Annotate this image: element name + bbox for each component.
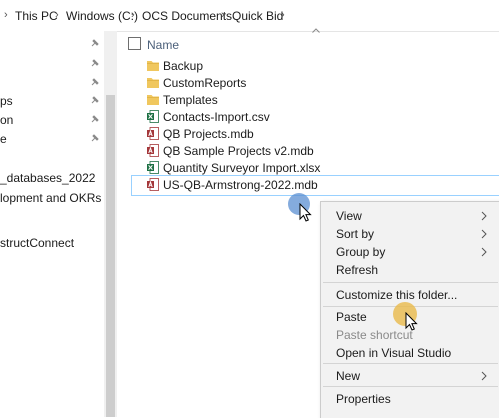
submenu-arrow-icon [481, 247, 487, 257]
breadcrumb-separator-icon: › [4, 9, 8, 21]
select-all-checkbox[interactable] [128, 37, 141, 50]
submenu-arrow-icon [481, 371, 487, 381]
file-name: QB Projects.mdb [163, 127, 254, 141]
file-name: QB Sample Projects v2.mdb [163, 144, 314, 158]
mouse-pointer-icon [299, 203, 312, 222]
folder-icon [147, 61, 159, 71]
address-bar[interactable]: › This PC › Windows (C:) › OCS Documents… [0, 0, 499, 32]
file-name: CustomReports [163, 76, 247, 90]
menu-item-customize-folder[interactable]: Customize this folder... [336, 288, 457, 302]
mouse-pointer-icon [405, 312, 418, 331]
file-name: US-QB-Armstrong-2022.mdb [163, 178, 318, 192]
access-db-icon [147, 127, 159, 140]
menu-separator [323, 282, 498, 283]
submenu-arrow-icon [481, 229, 487, 239]
pin-icon[interactable] [91, 39, 99, 47]
menu-item-view[interactable]: View [336, 209, 362, 223]
sort-ascending-icon [312, 28, 320, 33]
access-db-icon [147, 144, 159, 157]
nav-item-on[interactable]: on [0, 113, 13, 127]
breadcrumb-windows-c[interactable]: Windows (C:) [66, 9, 138, 23]
breadcrumb-dropdown-chevron-icon[interactable]: › [281, 9, 285, 21]
breadcrumb-this-pc[interactable]: This PC [15, 9, 58, 23]
breadcrumb-separator-icon: › [55, 9, 59, 21]
nav-item-databases[interactable]: _databases_2022 [0, 171, 95, 185]
menu-item-refresh[interactable]: Refresh [336, 263, 378, 277]
nav-item-e[interactable]: e [0, 132, 7, 146]
breadcrumb-ocs-documents[interactable]: OCS Documents [142, 9, 232, 23]
menu-item-paste[interactable]: Paste [336, 310, 367, 324]
pin-icon[interactable] [91, 115, 99, 123]
nav-item-structconnect[interactable]: structConnect [0, 236, 74, 250]
nav-item-development-okrs[interactable]: lopment and OKRs [0, 191, 101, 205]
file-name: Templates [163, 93, 218, 107]
folder-icon [147, 95, 159, 105]
nav-item-ps[interactable]: ps [0, 94, 13, 108]
pin-icon[interactable] [91, 134, 99, 142]
access-db-icon [147, 178, 159, 191]
menu-item-new[interactable]: New [336, 369, 360, 383]
breadcrumb-quick-bid[interactable]: Quick Bid [232, 9, 283, 23]
excel-icon [147, 161, 159, 174]
menu-separator [323, 386, 498, 387]
menu-item-open-in-visual-studio[interactable]: Open in Visual Studio [336, 346, 451, 360]
pin-icon[interactable] [91, 78, 99, 86]
column-header-name[interactable]: Name [147, 38, 179, 52]
nav-scrollbar-thumb[interactable] [106, 95, 115, 417]
submenu-arrow-icon [481, 211, 487, 221]
excel-icon [147, 110, 159, 123]
file-name: Contacts-Import.csv [163, 110, 270, 124]
menu-separator [323, 363, 498, 364]
file-name: Quantity Surveyor Import.xlsx [163, 161, 321, 175]
pin-icon[interactable] [91, 59, 99, 67]
breadcrumb-separator-icon: › [131, 9, 135, 21]
folder-icon [147, 78, 159, 88]
menu-item-group-by[interactable]: Group by [336, 245, 385, 259]
navigation-pane: ps on e _databases_2022 lopment and OKRs… [0, 31, 104, 417]
menu-item-paste-shortcut[interactable]: Paste shortcut [336, 328, 413, 342]
menu-item-properties[interactable]: Properties [336, 392, 391, 406]
pin-icon[interactable] [91, 96, 99, 104]
file-name: Backup [163, 59, 204, 73]
menu-item-sort-by[interactable]: Sort by [336, 227, 374, 241]
breadcrumb-separator-icon: › [221, 9, 225, 21]
